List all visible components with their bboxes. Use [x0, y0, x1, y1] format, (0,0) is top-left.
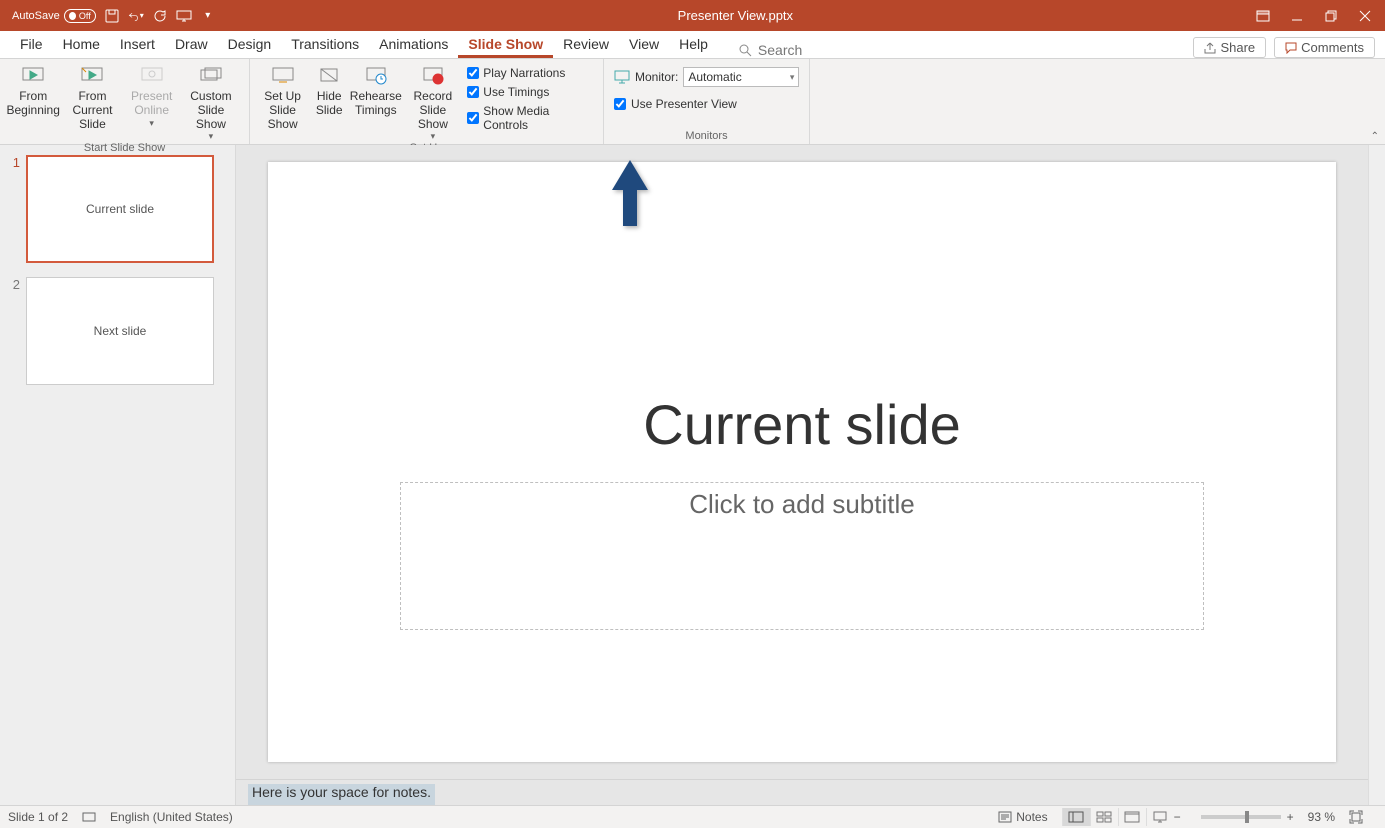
slideshow-view-button[interactable] [1146, 808, 1174, 826]
zoom-in-button[interactable]: + [1287, 810, 1294, 824]
repeat-icon[interactable] [152, 8, 168, 24]
from-beginning-icon [19, 65, 47, 87]
menu-view[interactable]: View [619, 32, 669, 58]
minimize-icon[interactable] [1289, 8, 1305, 24]
comments-button[interactable]: Comments [1274, 37, 1375, 58]
slide-thumbnail[interactable]: Current slide [26, 155, 214, 263]
menu-draw[interactable]: Draw [165, 32, 218, 58]
notes-icon [998, 811, 1012, 823]
slide-canvas[interactable]: Current slide Click to add subtitle [268, 162, 1336, 762]
setup-show-button[interactable]: Set Up Slide Show [256, 63, 309, 131]
slide-thumbnails-panel: 1 Current slide 2 Next slide [0, 145, 236, 805]
customize-qat-icon[interactable]: ▾ [200, 8, 216, 24]
window-title: Presenter View.pptx [216, 8, 1255, 23]
restore-icon[interactable] [1323, 8, 1339, 24]
autosave-switch[interactable]: Off [64, 9, 96, 23]
collapse-ribbon-icon[interactable]: ⌃ [1371, 131, 1379, 142]
save-icon[interactable] [104, 8, 120, 24]
zoom-level[interactable]: 93 % [1308, 810, 1335, 824]
language-status[interactable]: English (United States) [110, 810, 233, 824]
notes-pane[interactable]: Here is your space for notes. [236, 779, 1368, 805]
hide-slide-icon [315, 65, 343, 87]
vertical-scrollbar[interactable] [1368, 145, 1385, 805]
chevron-down-icon: ▾ [790, 72, 795, 83]
record-icon [419, 65, 447, 87]
monitor-icon [614, 70, 630, 84]
menu-file[interactable]: File [10, 32, 53, 58]
zoom-out-button[interactable]: − [1174, 810, 1181, 824]
status-bar: Slide 1 of 2 English (United States) Not… [0, 805, 1385, 828]
monitor-label: Monitor: [635, 70, 678, 84]
zoom-slider[interactable] [1201, 815, 1281, 819]
autosave-toggle[interactable]: AutoSave Off [12, 9, 96, 23]
undo-icon[interactable]: ▾ [128, 8, 144, 24]
annotation-arrow-icon [610, 160, 650, 226]
custom-show-icon [197, 65, 225, 87]
group-label-start: Start Slide Show [6, 142, 243, 156]
comments-icon [1285, 42, 1297, 54]
thumb-number: 2 [6, 277, 26, 292]
menu-review[interactable]: Review [553, 32, 619, 58]
search-icon [738, 43, 752, 57]
menu-animations[interactable]: Animations [369, 32, 458, 58]
slide-counter[interactable]: Slide 1 of 2 [8, 810, 68, 824]
workspace: 1 Current slide 2 Next slide Current sli… [0, 145, 1385, 805]
menu-bar: File Home Insert Draw Design Transitions… [0, 31, 1385, 59]
use-presenter-checkbox[interactable]: Use Presenter View [614, 97, 737, 111]
share-button[interactable]: Share [1193, 37, 1266, 58]
search-box[interactable]: Search [738, 42, 802, 58]
hide-slide-button[interactable]: Hide Slide [309, 63, 349, 118]
custom-show-button[interactable]: Custom Slide Show ▾ [179, 63, 243, 142]
chevron-down-icon: ▾ [431, 131, 436, 141]
menu-home[interactable]: Home [53, 32, 110, 58]
setup-show-icon [269, 65, 297, 87]
from-beginning-button[interactable]: From Beginning [6, 63, 60, 118]
play-narrations-checkbox[interactable]: Play Narrations [467, 66, 591, 80]
ribbon: From Beginning From Current Slide Presen… [0, 59, 1385, 145]
accessibility-icon[interactable] [82, 810, 96, 824]
slide-thumbnail[interactable]: Next slide [26, 277, 214, 385]
search-placeholder: Search [758, 42, 802, 58]
from-current-button[interactable]: From Current Slide [60, 63, 124, 131]
menu-transitions[interactable]: Transitions [281, 32, 369, 58]
ribbon-display-icon[interactable] [1255, 8, 1271, 24]
rehearse-button[interactable]: Rehearse Timings [349, 63, 402, 118]
normal-view-button[interactable] [1062, 808, 1090, 826]
menu-slide-show[interactable]: Slide Show [458, 32, 553, 58]
autosave-label: AutoSave [12, 10, 60, 22]
group-label-monitors: Monitors [610, 130, 803, 144]
chevron-down-icon: ▾ [209, 131, 214, 141]
monitor-select[interactable]: Automatic ▾ [683, 67, 799, 87]
notes-text[interactable]: Here is your space for notes. [248, 784, 435, 805]
reading-view-button[interactable] [1118, 808, 1146, 826]
subtitle-placeholder[interactable]: Click to add subtitle [400, 482, 1204, 630]
rehearse-icon [362, 65, 390, 87]
menu-help[interactable]: Help [669, 32, 718, 58]
use-timings-checkbox[interactable]: Use Timings [467, 85, 591, 99]
slide-editor: Current slide Click to add subtitle Here… [236, 145, 1368, 805]
from-current-icon [78, 65, 106, 87]
present-from-start-icon[interactable] [176, 8, 192, 24]
sorter-view-button[interactable] [1090, 808, 1118, 826]
title-bar: AutoSave Off ▾ ▾ Presenter View.pptx [0, 0, 1385, 31]
share-icon [1204, 42, 1216, 54]
menu-insert[interactable]: Insert [110, 32, 165, 58]
fit-to-window-button[interactable] [1349, 810, 1363, 824]
present-online-button[interactable]: Present Online ▾ [125, 63, 179, 128]
show-media-checkbox[interactable]: Show Media Controls [467, 104, 591, 132]
slide-title[interactable]: Current slide [268, 392, 1336, 457]
thumb-number: 1 [6, 155, 26, 170]
close-icon[interactable] [1357, 8, 1373, 24]
record-show-button[interactable]: Record Slide Show ▾ [402, 63, 463, 142]
notes-button[interactable]: Notes [998, 810, 1047, 824]
present-online-icon [138, 65, 166, 87]
menu-design[interactable]: Design [218, 32, 282, 58]
chevron-down-icon: ▾ [149, 118, 154, 128]
